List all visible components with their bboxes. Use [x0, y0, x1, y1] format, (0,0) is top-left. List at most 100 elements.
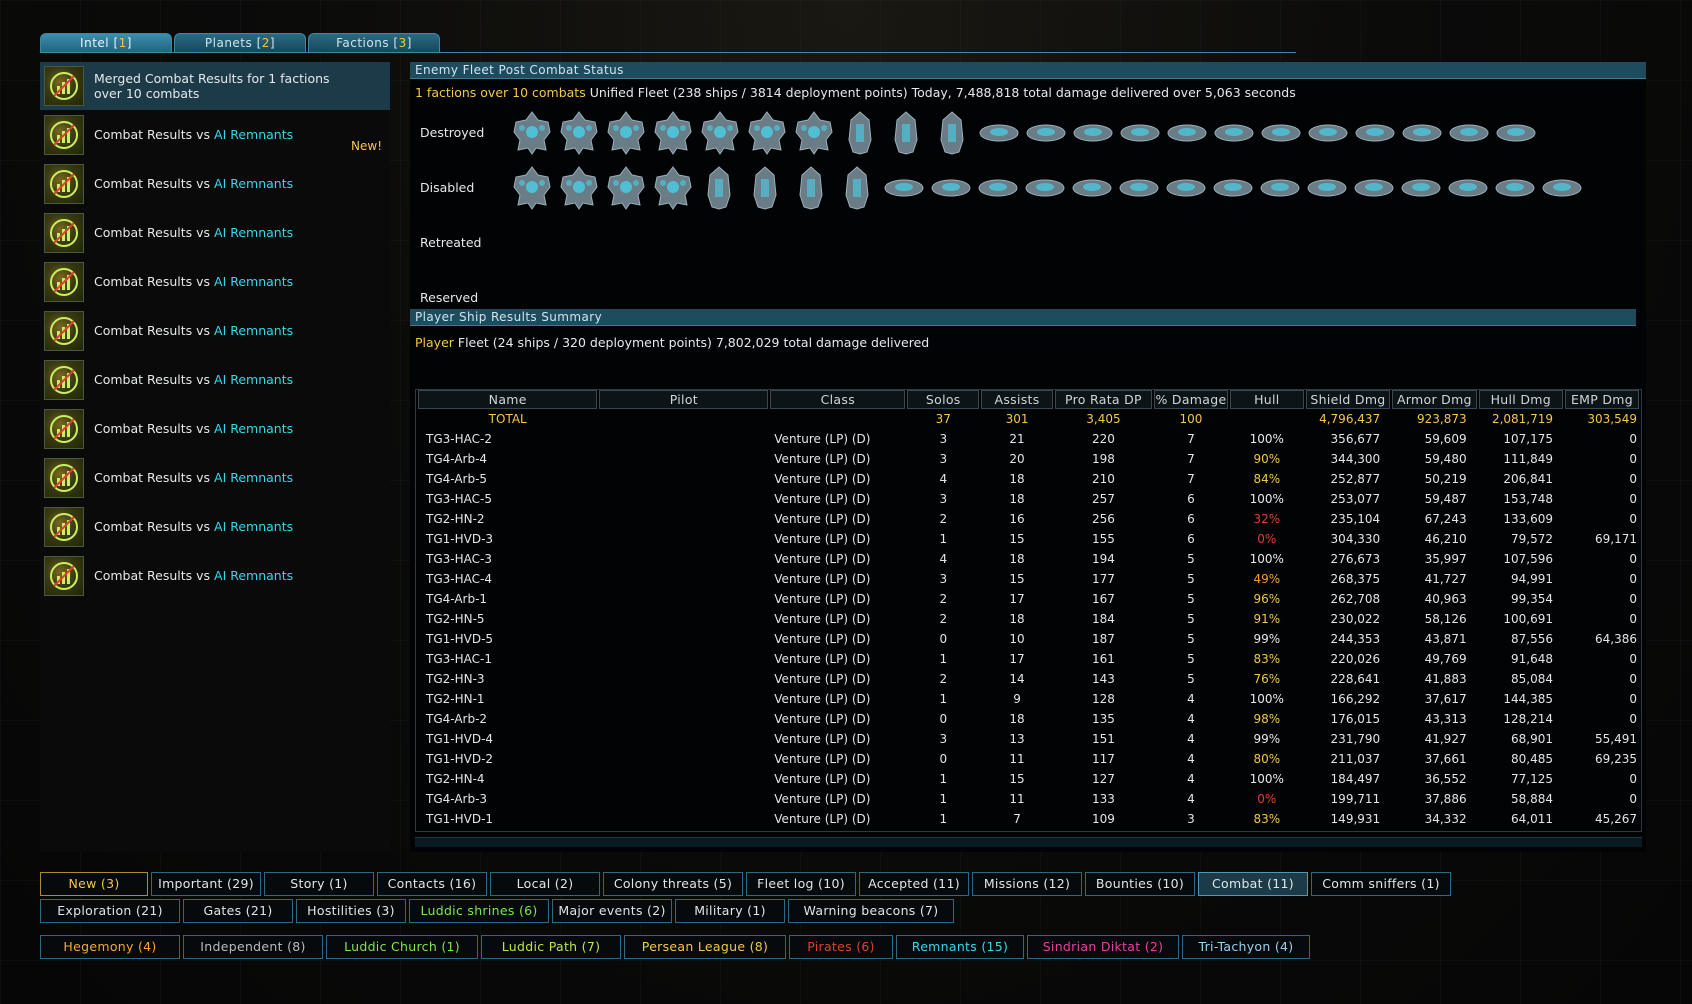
table-row[interactable]: TG3-HAC-5 Venture (LP) (D) 3 18 257 6 100% 253,…: [418, 489, 1639, 509]
table-row[interactable]: TG2-HN-2 Venture (LP) (D) 2 16 256 6 32% 235,10…: [418, 509, 1639, 529]
column-header-pro-rata-dp[interactable]: Pro Rata DP: [1054, 390, 1152, 409]
drone-ship-icon[interactable]: [975, 109, 1022, 157]
filter-button-comm-sniffers[interactable]: Comm sniffers (1): [1311, 872, 1451, 896]
intel-item[interactable]: Combat Results vs AI Remnants: [40, 453, 390, 502]
frigate-ship-icon[interactable]: [883, 109, 929, 157]
intel-item-merged[interactable]: Merged Combat Results for 1 factions ove…: [40, 62, 390, 110]
cruiser-ship-icon[interactable]: [555, 164, 602, 212]
frigate-ship-icon[interactable]: [834, 164, 880, 212]
drone-ship-icon[interactable]: [927, 164, 974, 212]
intel-item[interactable]: Combat Results vs AI Remnants: [40, 306, 390, 355]
filter-button-major-events[interactable]: Major events (2): [552, 899, 672, 923]
intel-item[interactable]: Combat Results vs AI Remnants: [40, 159, 390, 208]
tab-factions[interactable]: Factions [3]: [308, 33, 440, 52]
column-header-hull-dmg[interactable]: Hull Dmg: [1478, 390, 1564, 409]
cruiser-ship-icon[interactable]: [696, 109, 743, 157]
cruiser-ship-icon[interactable]: [649, 164, 696, 212]
drone-ship-icon[interactable]: [1397, 164, 1444, 212]
intel-item[interactable]: Combat Results vs AI Remnants: [40, 257, 390, 306]
filter-button-story[interactable]: Story (1): [264, 872, 374, 896]
filter-button-important[interactable]: Important (29): [151, 872, 261, 896]
frigate-ship-icon[interactable]: [696, 164, 742, 212]
table-row[interactable]: TG1-HVD-3 Venture (LP) (D) 1 15 155 6 0% 304,33…: [418, 529, 1639, 549]
drone-ship-icon[interactable]: [1350, 164, 1397, 212]
filter-button-bounties[interactable]: Bounties (10): [1085, 872, 1195, 896]
table-row[interactable]: TG4-Arb-3 Venture (LP) (D) 1 11 133 4 0% 199,71…: [418, 789, 1639, 809]
drone-ship-icon[interactable]: [1069, 109, 1116, 157]
intel-item[interactable]: Combat Results vs AI Remnants: [40, 551, 390, 600]
drone-ship-icon[interactable]: [1163, 109, 1210, 157]
player-results-table[interactable]: Name Pilot Class Solos Assists Pro Rata DP% D…: [415, 389, 1642, 832]
filter-button-gates[interactable]: Gates (21): [183, 899, 293, 923]
filter-button-colony-threats[interactable]: Colony threats (5): [603, 872, 743, 896]
drone-ship-icon[interactable]: [1021, 164, 1068, 212]
column-header-armor-dmg[interactable]: Armor Dmg: [1392, 390, 1477, 409]
table-scroll-area[interactable]: [415, 837, 1642, 847]
table-row[interactable]: TG2-HN-3 Venture (LP) (D) 2 14 143 5 76% 228,64…: [418, 669, 1639, 689]
tab-intel[interactable]: Intel [1]: [40, 33, 172, 52]
table-row[interactable]: TG4-Arb-4 Venture (LP) (D) 3 20 198 7 90% 344,3…: [418, 449, 1639, 469]
filter-button-new[interactable]: New (3): [40, 872, 148, 896]
filter-button-military[interactable]: Military (1): [675, 899, 785, 923]
column-header--damage[interactable]: % Damage: [1154, 390, 1228, 409]
table-row[interactable]: TG3-HAC-4 Venture (LP) (D) 3 15 177 5 49% 268,3…: [418, 569, 1639, 589]
drone-ship-icon[interactable]: [1068, 164, 1115, 212]
drone-ship-icon[interactable]: [1445, 109, 1492, 157]
table-row[interactable]: TG2-HN-5 Venture (LP) (D) 2 18 184 5 91% 230,02…: [418, 609, 1639, 629]
table-row[interactable]: TG1-HVD-1 Venture (LP) (D) 1 7 109 3 83% 149,93…: [418, 809, 1639, 829]
filter-button-sindrian-diktat[interactable]: Sindrian Diktat (2): [1027, 935, 1179, 959]
table-row[interactable]: TG4-Arb-1 Venture (LP) (D) 2 17 167 5 96% 262,7…: [418, 589, 1639, 609]
filter-button-local[interactable]: Local (2): [490, 872, 600, 896]
cruiser-ship-icon[interactable]: [743, 109, 790, 157]
intel-item[interactable]: Combat Results vs AI Remnants: [40, 208, 390, 257]
cruiser-ship-icon[interactable]: [555, 109, 602, 157]
drone-ship-icon[interactable]: [1492, 109, 1539, 157]
filter-button-fleet-log[interactable]: Fleet log (10): [746, 872, 856, 896]
table-row[interactable]: TG1-HVD-4 Venture (LP) (D) 3 13 151 4 99% 231,7…: [418, 729, 1639, 749]
cruiser-ship-icon[interactable]: [602, 109, 649, 157]
filter-button-remnants[interactable]: Remnants (15): [896, 935, 1024, 959]
drone-ship-icon[interactable]: [880, 164, 927, 212]
cruiser-ship-icon[interactable]: [649, 109, 696, 157]
cruiser-ship-icon[interactable]: [602, 164, 649, 212]
intel-item[interactable]: Combat Results vs AI Remnants: [40, 502, 390, 551]
intel-item[interactable]: Combat Results vs AI Remnants: [40, 404, 390, 453]
drone-ship-icon[interactable]: [1257, 109, 1304, 157]
filter-button-luddic-path[interactable]: Luddic Path (7): [481, 935, 621, 959]
drone-ship-icon[interactable]: [1538, 164, 1585, 212]
table-row[interactable]: TG1-HVD-5 Venture (LP) (D) 0 10 187 5 99% 244,3…: [418, 629, 1639, 649]
table-row[interactable]: TG3-HAC-1 Venture (LP) (D) 1 17 161 5 83% 220,0…: [418, 649, 1639, 669]
filter-button-warning-beacons[interactable]: Warning beacons (7): [788, 899, 954, 923]
drone-ship-icon[interactable]: [1398, 109, 1445, 157]
drone-ship-icon[interactable]: [1351, 109, 1398, 157]
drone-ship-icon[interactable]: [1022, 109, 1069, 157]
tab-planets[interactable]: Planets [2]: [174, 33, 306, 52]
drone-ship-icon[interactable]: [974, 164, 1021, 212]
intel-item[interactable]: Combat Results vs AI Remnants New!: [40, 110, 390, 159]
filter-button-combat[interactable]: Combat (11): [1198, 872, 1308, 896]
column-header-hull[interactable]: Hull: [1229, 390, 1304, 409]
column-header-shield-dmg[interactable]: Shield Dmg: [1305, 390, 1391, 409]
table-row[interactable]: TG3-HAC-2 Venture (LP) (D) 3 21 220 7 100% 356,…: [418, 429, 1639, 449]
frigate-ship-icon[interactable]: [837, 109, 883, 157]
frigate-ship-icon[interactable]: [929, 109, 975, 157]
drone-ship-icon[interactable]: [1209, 164, 1256, 212]
filter-button-pirates[interactable]: Pirates (6): [789, 935, 893, 959]
table-row[interactable]: TG3-HAC-3 Venture (LP) (D) 4 18 194 5 100% 276,…: [418, 549, 1639, 569]
filter-button-hostilities[interactable]: Hostilities (3): [296, 899, 406, 923]
column-header-solos[interactable]: Solos: [907, 390, 980, 409]
drone-ship-icon[interactable]: [1115, 164, 1162, 212]
drone-ship-icon[interactable]: [1256, 164, 1303, 212]
filter-button-tri-tachyon[interactable]: Tri-Tachyon (4): [1182, 935, 1310, 959]
filter-button-independent[interactable]: Independent (8): [183, 935, 323, 959]
intel-item[interactable]: Combat Results vs AI Remnants: [40, 355, 390, 404]
frigate-ship-icon[interactable]: [742, 164, 788, 212]
cruiser-ship-icon[interactable]: [790, 109, 837, 157]
table-row[interactable]: TG4-Arb-5 Venture (LP) (D) 4 18 210 7 84% 252,8…: [418, 469, 1639, 489]
cruiser-ship-icon[interactable]: [508, 109, 555, 157]
table-row[interactable]: TG2-HN-1 Venture (LP) (D) 1 9 128 4 100% 166,29…: [418, 689, 1639, 709]
filter-button-persean-league[interactable]: Persean League (8): [624, 935, 786, 959]
drone-ship-icon[interactable]: [1491, 164, 1538, 212]
column-header-pilot[interactable]: Pilot: [599, 390, 769, 409]
filter-button-hegemony[interactable]: Hegemony (4): [40, 935, 180, 959]
